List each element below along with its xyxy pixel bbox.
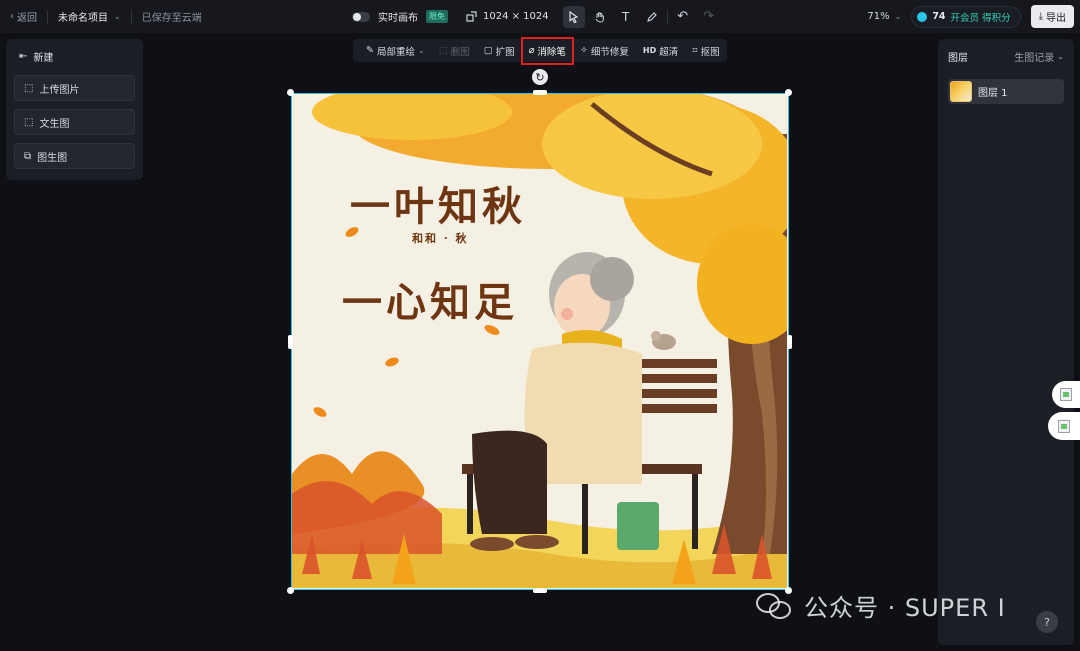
redo-icon: ↷ bbox=[703, 9, 715, 24]
cutout-button[interactable]: ⌗ 抠图 bbox=[685, 39, 726, 62]
delete-icon: ⬚ bbox=[438, 45, 448, 56]
points-widget[interactable]: 74 开会员 得积分 bbox=[911, 5, 1021, 28]
select-tool-button[interactable] bbox=[562, 5, 585, 28]
canvas-size-selector[interactable]: 1024 × 1024 bbox=[466, 11, 549, 22]
undo-icon: ↶ bbox=[677, 9, 689, 24]
eraser-icon: ⌀ bbox=[528, 45, 535, 56]
resize-handle-bottom[interactable] bbox=[533, 588, 547, 593]
divider bbox=[130, 9, 132, 24]
super-resolution-button[interactable]: HD 超清 bbox=[636, 39, 685, 62]
side-float-button-2[interactable] bbox=[1048, 412, 1080, 440]
membership-link[interactable]: 开会员 得积分 bbox=[951, 10, 1011, 24]
layers-panel: 图层 生图记录 ⌄ 图层 1 ? bbox=[938, 39, 1074, 645]
help-button[interactable]: ? bbox=[1036, 611, 1058, 633]
text-to-image-button[interactable]: ⬚ 文生图 bbox=[14, 109, 135, 135]
resize-handle-left[interactable] bbox=[288, 335, 293, 349]
collapse-icon: ⇤ bbox=[19, 50, 28, 62]
export-button[interactable]: ⤓ 导出 bbox=[1030, 5, 1074, 28]
top-bar: ‹ 返回 未命名项目 ⌄ 已保存至云端 实时画布 限免 1024 × 1024 … bbox=[0, 0, 1080, 33]
artwork-illustration bbox=[292, 94, 787, 588]
resize-handle-tl[interactable] bbox=[287, 89, 294, 96]
delete-image-button[interactable]: ⬚ 删图 bbox=[432, 39, 477, 62]
cutout-icon: ⌗ bbox=[692, 45, 698, 56]
divider bbox=[47, 9, 48, 24]
art-title-line2: 一心知足 bbox=[342, 279, 518, 326]
text-tool-button[interactable]: T bbox=[615, 6, 637, 28]
chevron-left-icon: ‹ bbox=[10, 11, 14, 22]
expand-image-button[interactable]: ▢ 扩图 bbox=[477, 39, 522, 62]
resize-handle-tr[interactable] bbox=[785, 89, 792, 96]
image-to-image-button[interactable]: ⧉ 图生图 bbox=[14, 143, 135, 169]
realtime-canvas-toggle[interactable] bbox=[352, 11, 370, 22]
pen-icon bbox=[646, 11, 657, 22]
upload-image-button[interactable]: ⬚ 上传图片 bbox=[14, 75, 135, 101]
repair-icon: ✧ bbox=[579, 45, 588, 56]
resize-handle-top[interactable] bbox=[533, 90, 547, 95]
hand-tool-button[interactable] bbox=[589, 6, 611, 28]
image-icon bbox=[1058, 419, 1070, 433]
cursor-icon bbox=[569, 10, 579, 23]
wechat-icon bbox=[756, 589, 796, 623]
chevron-down-icon: ⌄ bbox=[894, 12, 902, 21]
chevron-down-icon: ⌄ bbox=[1057, 51, 1064, 61]
resize-icon bbox=[466, 11, 477, 22]
history-tab[interactable]: 生图记录 ⌄ bbox=[1014, 49, 1064, 64]
resize-handle-bl[interactable] bbox=[287, 587, 294, 594]
hd-icon: HD bbox=[642, 46, 657, 55]
image-icon bbox=[1060, 388, 1072, 401]
canvas-toolbar: ✎ 局部重绘 ⌄ ⬚ 删图 ▢ 扩图 ⌀ 消除笔 ✧ 细节修复 HD 超清 ⌗ … bbox=[353, 36, 727, 65]
text-image-icon: ⬚ bbox=[24, 116, 34, 128]
expand-icon: ▢ bbox=[483, 45, 493, 56]
download-icon: ⤓ bbox=[1038, 11, 1043, 22]
upload-image-icon: ⬚ bbox=[24, 82, 34, 94]
zoom-selector[interactable]: 71% ⌄ bbox=[867, 11, 901, 22]
rotate-handle[interactable]: ↻ bbox=[532, 69, 548, 85]
new-header[interactable]: ⇤ 新建 bbox=[14, 45, 135, 67]
art-title-line1: 一叶知秋 bbox=[350, 183, 526, 230]
redo-button[interactable]: ↷ bbox=[698, 6, 720, 28]
hand-icon bbox=[595, 11, 604, 23]
layers-title: 图层 bbox=[948, 52, 968, 64]
inpaint-button[interactable]: ✎ 局部重绘 ⌄ bbox=[359, 39, 432, 62]
watermark: 公众号 · SUPER I bbox=[756, 588, 1006, 623]
canvas-image[interactable]: 一叶知秋 和和 · 秋 一心知足 bbox=[291, 93, 789, 590]
art-subtitle: 和和 · 秋 bbox=[412, 232, 469, 245]
side-float-button-1[interactable] bbox=[1052, 381, 1080, 408]
chevron-down-icon: ⌄ bbox=[417, 46, 425, 55]
divider bbox=[666, 9, 668, 24]
realtime-canvas-label: 实时画布 bbox=[378, 13, 418, 24]
image-image-icon: ⧉ bbox=[24, 150, 32, 162]
rotate-icon: ↻ bbox=[535, 70, 545, 84]
layer-thumbnail bbox=[950, 81, 972, 102]
back-button[interactable]: ‹ 返回 bbox=[10, 9, 37, 24]
detail-repair-button[interactable]: ✧ 细节修复 bbox=[573, 39, 636, 62]
save-status: 已保存至云端 bbox=[141, 13, 202, 24]
brush-icon: ✎ bbox=[366, 45, 374, 56]
eraser-button[interactable]: ⌀ 消除笔 bbox=[520, 36, 574, 65]
resize-handle-right[interactable] bbox=[787, 335, 792, 349]
left-panel: ⇤ 新建 ⬚ 上传图片 ⬚ 文生图 ⧉ 图生图 bbox=[6, 39, 143, 180]
chevron-down-icon: ⌄ bbox=[114, 12, 121, 21]
project-name-dropdown[interactable]: 未命名项目 ⌄ bbox=[58, 9, 121, 24]
layer-item[interactable]: 图层 1 bbox=[948, 79, 1064, 104]
points-icon bbox=[917, 11, 928, 22]
pen-tool-button[interactable] bbox=[641, 6, 663, 28]
text-icon: T bbox=[621, 9, 630, 24]
free-badge: 限免 bbox=[426, 10, 448, 23]
undo-button[interactable]: ↶ bbox=[672, 6, 694, 28]
